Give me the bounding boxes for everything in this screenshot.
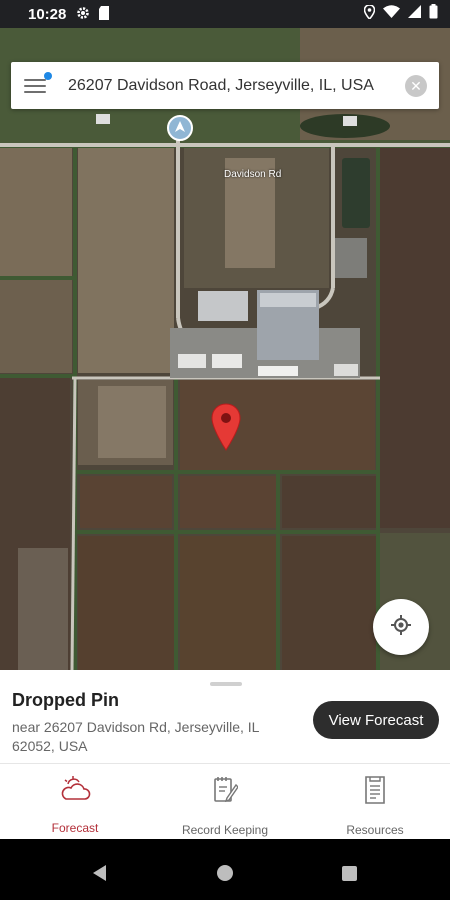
nav-item-record-keeping[interactable]: Record Keeping [150, 764, 300, 839]
bottom-nav: Forecast Record Keeping Resources [0, 763, 450, 839]
gear-icon [76, 6, 90, 22]
signal-icon [408, 5, 421, 23]
notification-dot [44, 71, 52, 80]
nav-label-record-keeping: Record Keeping [181, 823, 269, 837]
nav-item-resources[interactable]: Resources [300, 764, 450, 839]
road-label: Davidson Rd [224, 169, 282, 180]
back-icon[interactable] [93, 865, 106, 881]
system-nav-bar [0, 839, 450, 900]
battery-icon [429, 4, 438, 24]
sd-card-icon [98, 6, 110, 22]
wifi-icon [383, 5, 400, 23]
dropped-pin-sheet[interactable]: Dropped Pin near 26207 Davidson Rd, Jers… [0, 670, 450, 763]
notebook-icon [212, 776, 239, 809]
nav-label-resources: Resources [346, 823, 404, 837]
location-icon [363, 3, 376, 24]
search-input[interactable]: 26207 Davidson Road, Jerseyville, IL, US… [68, 77, 374, 95]
my-location-button[interactable] [373, 599, 429, 655]
my-location-icon [390, 614, 412, 641]
nav-label-forecast: Forecast [51, 821, 99, 835]
sheet-handle[interactable] [210, 682, 242, 686]
pin-address: near 26207 Davidson Rd, Jerseyville, IL … [12, 719, 259, 754]
nav-item-forecast[interactable]: Forecast [0, 764, 150, 839]
menu-icon[interactable] [24, 71, 52, 95]
home-icon[interactable] [217, 865, 233, 881]
map-pin-icon[interactable] [211, 403, 241, 451]
cloud-sun-icon [59, 776, 91, 807]
satellite-map[interactable]: Davidson Rd [0, 28, 450, 670]
pin-title: Dropped Pin [12, 690, 119, 710]
document-icon [363, 776, 387, 809]
status-bar: 10:28 [0, 0, 450, 28]
status-time: 10:28 [28, 5, 67, 23]
recents-icon[interactable] [342, 866, 357, 881]
map-imagery [0, 28, 450, 670]
clear-icon[interactable]: ✕ [405, 75, 427, 97]
view-forecast-button[interactable]: View Forecast [313, 701, 439, 739]
search-bar[interactable]: 26207 Davidson Road, Jerseyville, IL, US… [11, 62, 439, 109]
